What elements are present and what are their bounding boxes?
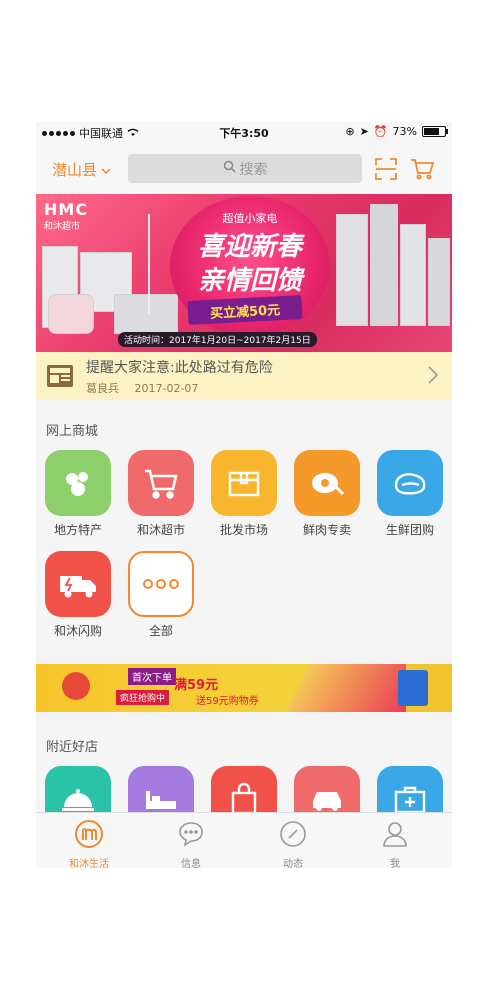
mall-item-supermarket[interactable]: 和沐超市 <box>128 450 194 538</box>
mall-item-label: 地方特产 <box>53 523 102 537</box>
mall-item-label: 全部 <box>148 624 173 638</box>
ad-headline: 满59元 <box>174 678 219 693</box>
mall-item-label: 鲜肉专卖 <box>302 523 351 537</box>
lock-rotation-icon: ⊕ <box>345 125 355 138</box>
battery-percent: 73% <box>392 125 417 138</box>
notice-text: 提醒大家注意:此处路过有危险 <box>86 360 273 376</box>
product-image <box>336 214 368 326</box>
mall-item-local-specialty[interactable]: 地方特产 <box>45 450 111 538</box>
compass-icon <box>248 819 338 853</box>
shopping-cart-icon <box>128 450 194 516</box>
local-specialty-icon <box>45 450 111 516</box>
location-arrow-icon: ➤ <box>359 125 369 138</box>
product-image <box>114 294 178 334</box>
product-image <box>48 294 94 334</box>
more-icon <box>128 551 194 617</box>
ad-badge-icon <box>62 672 90 700</box>
status-bar: 中国联通 下午3:50 ⊕ ➤ ⏰ 73% <box>36 122 452 142</box>
meat-icon <box>294 450 360 516</box>
scan-icon[interactable] <box>374 157 398 181</box>
banner-date-range: 活动时间：2017年1月20日~2017年2月15日 <box>118 332 317 347</box>
tab-moments[interactable]: 动态 <box>248 819 338 868</box>
chevron-right-icon <box>428 365 439 389</box>
product-image <box>370 204 398 326</box>
mall-item-label: 生鲜团购 <box>385 523 434 537</box>
home-logo-icon <box>44 819 134 853</box>
chat-icon <box>146 819 236 853</box>
tab-label: 和沐生活 <box>69 859 109 868</box>
mall-item-label: 批发市场 <box>219 523 268 537</box>
mall-item-fresh-group-buy[interactable]: 生鲜团购 <box>377 450 443 538</box>
product-image <box>428 238 450 326</box>
promo-banner[interactable]: HMC 和沐超市 超值小家电 喜迎新春 亲情回馈 买立减50元 活动时间：201… <box>36 194 452 352</box>
app-screen: 中国联通 下午3:50 ⊕ ➤ ⏰ 73% 潜山县 搜索 HMC 和沐超市 超值… <box>36 122 452 868</box>
nearby-section-title: 附近好店 <box>46 740 99 755</box>
news-icon <box>46 362 74 390</box>
search-placeholder: 搜索 <box>239 161 268 178</box>
banner-title-2: 亲情回馈 <box>197 266 302 296</box>
notice-author: 葛良兵 <box>86 382 119 395</box>
tab-label: 我 <box>390 859 400 868</box>
mall-item-flash-buy[interactable]: 和沐闪购 <box>45 551 111 639</box>
mall-item-label: 和沐闪购 <box>53 624 102 638</box>
tab-label: 信息 <box>181 859 201 868</box>
user-icon <box>350 819 440 853</box>
ad-graphic <box>286 664 406 712</box>
tab-messages[interactable]: 信息 <box>146 819 236 868</box>
ad-banner[interactable]: 首次下单 满59元 疯狂抢购中 送59元购物券 <box>36 664 452 712</box>
city-label: 潜山县 <box>52 161 98 179</box>
search-input[interactable]: 搜索 <box>128 154 362 183</box>
top-header: 潜山县 搜索 <box>36 142 452 194</box>
banner-logo: HMC <box>44 200 89 219</box>
banner-title-1: 喜迎新春 <box>197 232 302 262</box>
ad-product-image <box>398 670 428 706</box>
notice-date: 2017-02-07 <box>134 382 199 395</box>
notice-bar[interactable]: 提醒大家注意:此处路过有危险 葛良兵 2017-02-07 <box>36 352 452 400</box>
tab-me[interactable]: 我 <box>350 819 440 868</box>
mall-item-wholesale[interactable]: 批发市场 <box>211 450 277 538</box>
battery-icon <box>422 126 448 137</box>
fresh-meat-icon <box>377 450 443 516</box>
ad-sub: 送59元购物券 <box>196 696 259 707</box>
mall-item-meat[interactable]: 鲜肉专卖 <box>294 450 360 538</box>
product-image <box>400 224 426 326</box>
bottom-tab-bar: 和沐生活 信息 动态 我 <box>36 812 452 868</box>
delivery-truck-icon <box>45 551 111 617</box>
ad-tag1: 首次下单 <box>128 668 176 685</box>
box-icon <box>211 450 277 516</box>
search-icon <box>223 160 236 177</box>
cart-icon[interactable] <box>410 157 435 181</box>
chevron-down-icon <box>101 161 111 179</box>
banner-logo-sub: 和沐超市 <box>44 222 81 232</box>
notice-meta: 葛良兵 2017-02-07 <box>86 380 210 396</box>
mall-section-title: 网上商城 <box>46 424 99 439</box>
product-image <box>148 214 150 314</box>
alarm-icon: ⏰ <box>373 125 388 138</box>
tab-home[interactable]: 和沐生活 <box>44 819 134 868</box>
ad-tag2: 疯狂抢购中 <box>116 690 170 705</box>
mall-item-all[interactable]: 全部 <box>128 551 194 639</box>
city-selector[interactable]: 潜山县 <box>52 159 111 180</box>
banner-subtitle: 超值小家电 <box>222 212 278 225</box>
tab-label: 动态 <box>283 859 303 868</box>
mall-item-label: 和沐超市 <box>136 523 185 537</box>
